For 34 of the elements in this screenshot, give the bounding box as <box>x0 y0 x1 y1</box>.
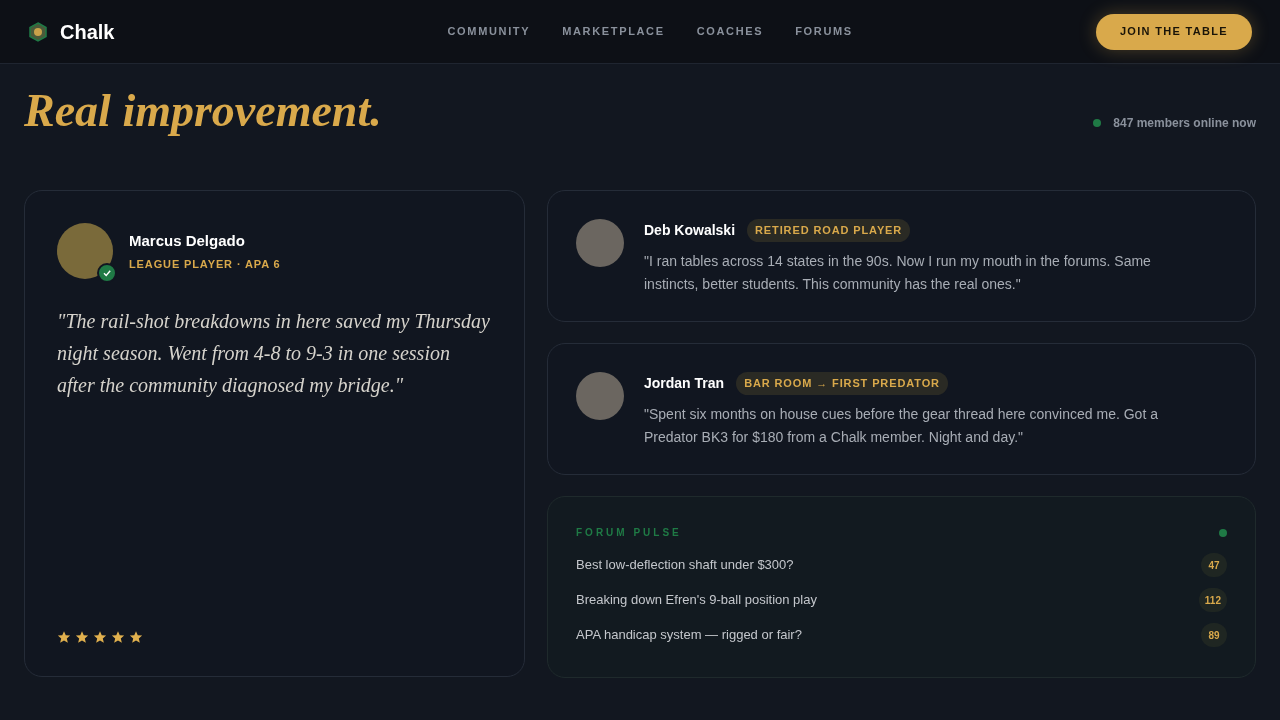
check-icon <box>102 268 112 278</box>
member-name: Jordan Tran <box>644 373 725 393</box>
testimonial-quote: "Spent six months on house cues before the gear thread here convinced me. Got a Predator BK3 for $180 from a Chalk member. Night and day." <box>644 404 1159 447</box>
avatar <box>576 219 624 267</box>
brand-name[interactable]: Chalk <box>60 16 115 47</box>
section-title: FORUM PULSE <box>576 526 682 540</box>
reply-count: 47 <box>1201 553 1227 577</box>
nav-link[interactable]: COMMUNITY <box>447 23 531 40</box>
star-icon <box>111 630 125 644</box>
member-name: Marcus Delgado <box>129 230 246 251</box>
member-tag: BAR ROOM → FIRST PREDATOR <box>736 372 948 395</box>
nav-link[interactable]: FORUMS <box>795 23 853 40</box>
thread-link[interactable]: Best low-deflection shaft under $300? <box>576 555 794 575</box>
star-icon <box>93 630 107 644</box>
star-icon <box>75 630 89 644</box>
avatar <box>57 223 113 279</box>
headline-accent: Real improvement. <box>24 84 382 138</box>
thread-link[interactable]: APA handicap system — rigged or fair? <box>576 625 802 645</box>
member-name: Deb Kowalski <box>644 220 736 240</box>
star-icon <box>129 630 143 644</box>
member-role: LEAGUE PLAYER · APA 6 <box>129 257 281 272</box>
reply-count: 89 <box>1201 623 1227 647</box>
nav-link[interactable]: COACHES <box>696 23 764 40</box>
online-count: 847 members online now <box>1113 115 1256 132</box>
logo-icon <box>28 21 48 42</box>
thread-link[interactable]: Breaking down Efren's 9-ball position play <box>576 590 817 610</box>
reply-count: 112 <box>1198 588 1227 612</box>
join-button[interactable]: JOIN THE TABLE <box>1095 13 1252 50</box>
star-icon <box>57 630 71 644</box>
featured-quote: "The rail-shot breakdowns in here saved my Thursday night season. Went from 4-8 to 9-3 in one session after the community diagnosed my bridge." <box>57 309 491 399</box>
avatar <box>576 372 624 420</box>
member-tag: RETIRED ROAD PLAYER <box>747 219 911 242</box>
testimonial-quote: "I ran tables across 14 states in the 90s. Now I run my mouth in the forums. Same instincts, better students. This community has the real ones." <box>644 251 1152 294</box>
nav-link[interactable]: MARKETPLACE <box>562 23 665 40</box>
